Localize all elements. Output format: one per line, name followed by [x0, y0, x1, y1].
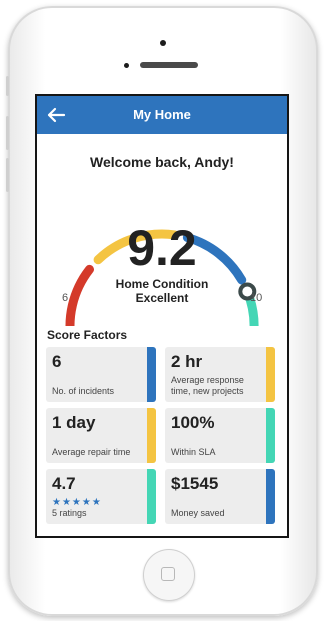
factor-label: Average response time, new projects — [171, 375, 244, 396]
factor-value: 1 day — [52, 413, 96, 432]
factor-label: Money saved — [171, 508, 225, 518]
factor-card-response-time[interactable]: 2 hr Average response time, new projects — [165, 347, 275, 402]
gauge-max-label: 10 — [250, 292, 263, 304]
factor-card-repair-time[interactable]: 1 day Average repair time — [46, 408, 156, 463]
front-camera — [160, 40, 166, 46]
score-factors-title: Score Factors — [47, 328, 128, 342]
factor-value: 6 — [52, 352, 62, 371]
factor-accent-bar — [147, 347, 156, 402]
home-square-icon — [161, 567, 175, 581]
factor-accent-bar — [266, 347, 275, 402]
factor-value: 4.7 — [52, 474, 76, 493]
factor-accent-bar — [147, 408, 156, 463]
earpiece-speaker — [140, 62, 198, 68]
gauge-min-label: 6 — [62, 292, 69, 304]
factor-label: Within SLA — [171, 447, 216, 457]
factor-label: No. of incidents — [52, 386, 115, 396]
condition-score: 9.2 — [127, 220, 197, 276]
factor-label: 5 ratings — [52, 508, 87, 518]
factor-accent-bar — [266, 469, 275, 524]
factor-value: 100% — [171, 413, 215, 432]
factor-value: 2 hr — [171, 352, 203, 371]
page-title: My Home — [133, 107, 191, 122]
top-bar: My Home — [37, 96, 287, 134]
welcome-message: Welcome back, Andy! — [90, 154, 234, 170]
factor-value: $1545 — [171, 474, 219, 493]
factor-card-money-saved[interactable]: $1545 Money saved — [165, 469, 275, 524]
home-button[interactable] — [143, 549, 195, 601]
factor-card-sla[interactable]: 100% Within SLA — [165, 408, 275, 463]
condition-label-line1: Home Condition — [115, 277, 209, 291]
volume-down-button — [6, 158, 9, 192]
factor-card-ratings[interactable]: 4.7 ★★★★★ 5 ratings — [46, 469, 156, 524]
factor-card-incidents[interactable]: 6 No. of incidents — [46, 347, 156, 402]
proximity-sensor — [124, 63, 129, 68]
factor-label: Average repair time — [52, 447, 131, 457]
volume-up-button — [6, 116, 9, 150]
app-screen: My Home Welcome back, Andy! 9.2 Home Con… — [37, 96, 287, 536]
factor-accent-bar — [266, 408, 275, 463]
mute-switch — [6, 76, 9, 96]
factor-accent-bar — [147, 469, 156, 524]
star-rating-icons: ★★★★★ — [52, 497, 102, 508]
